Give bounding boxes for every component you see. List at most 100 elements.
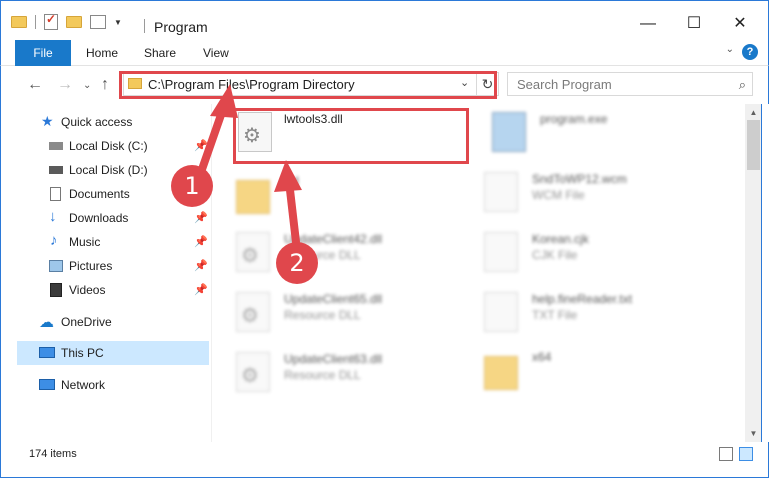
sidebar-item-label: Network <box>61 378 106 392</box>
details-view-icon[interactable] <box>719 447 733 461</box>
sidebar-item-label: Local Disk (C:) <box>69 139 148 153</box>
maximize-button[interactable]: ☐ <box>679 13 709 35</box>
drive-icon <box>49 166 63 174</box>
file-type: TXT File <box>532 308 578 322</box>
file-name: UpdateClient65.dll <box>284 292 383 306</box>
forward-arrow-icon[interactable]: → <box>57 76 73 94</box>
large-icons-view-icon[interactable] <box>739 447 753 461</box>
file-name: SndToWP12.wcm <box>532 172 627 186</box>
file-name: help.fineReader.txt <box>532 292 633 306</box>
navigation-pane: ★ Quick access Local Disk (C:) 📌 Local D… <box>0 104 212 442</box>
sidebar-item-videos[interactable]: Videos 📌 <box>1 278 211 302</box>
computer-icon <box>39 347 55 358</box>
file-name: Korean.cjk <box>532 232 589 246</box>
step-badge-2: 2 <box>276 242 318 284</box>
folder-icon <box>236 180 270 214</box>
search-input[interactable]: Search Program ⌕ <box>507 72 753 96</box>
search-icon[interactable]: ⌕ <box>739 77 746 93</box>
star-icon: ★ <box>41 113 54 129</box>
download-icon: ↓ <box>49 208 57 225</box>
music-icon: ♪ <box>50 232 58 249</box>
properties-check-icon[interactable] <box>44 12 58 30</box>
file-type: WCM File <box>532 188 585 202</box>
up-arrow-icon[interactable]: ↑ <box>101 76 109 94</box>
pin-icon[interactable]: 📌 <box>194 139 208 152</box>
customize-icon[interactable] <box>90 15 106 29</box>
close-button[interactable]: ✕ <box>725 13 755 35</box>
pictures-icon <box>49 260 63 272</box>
network-icon <box>39 379 55 390</box>
sidebar-item-pictures[interactable]: Pictures 📌 <box>1 254 211 278</box>
sidebar-item-network[interactable]: Network <box>1 373 211 397</box>
folder-icon <box>484 356 518 390</box>
pin-icon[interactable]: 📌 <box>194 259 208 272</box>
text-file-icon <box>484 292 518 332</box>
file-item-help-txt[interactable]: help.fineReader.txt TXT File <box>484 292 724 346</box>
file-name: Ed <box>284 174 299 188</box>
step-badge-1: 1 <box>171 165 213 207</box>
sidebar-item-quick-access[interactable]: ★ Quick access <box>1 110 211 134</box>
sidebar-item-this-pc[interactable]: This PC <box>17 341 209 365</box>
sidebar-item-music[interactable]: ♪ Music 📌 <box>1 230 211 254</box>
file-item-korean-cjk[interactable]: Korean.cjk CJK File <box>484 232 724 286</box>
scroll-thumb[interactable] <box>747 120 760 170</box>
sidebar-item-label: Downloads <box>69 211 129 225</box>
address-highlight-box <box>119 71 497 99</box>
sidebar-item-label: Pictures <box>69 259 113 273</box>
file-type: CJK File <box>532 248 578 262</box>
chevron-down-icon[interactable]: ▼ <box>114 18 122 27</box>
pin-icon[interactable]: 📌 <box>194 283 208 296</box>
sidebar-item-label: Music <box>69 235 101 249</box>
toolbar-divider <box>35 15 36 29</box>
title-divider <box>144 19 145 33</box>
file-item-updateclient42[interactable]: ⚙ UpdateClient42.dll Resource DLL <box>236 232 476 286</box>
drive-icon <box>49 142 63 150</box>
sidebar-item-onedrive[interactable]: ☁ OneDrive <box>1 310 211 334</box>
scroll-up-icon[interactable]: ▲ <box>745 104 762 121</box>
file-item-updateclient65[interactable]: ⚙ UpdateClient65.dll Resource DLL <box>236 292 476 346</box>
file-name: program.exe <box>540 112 608 126</box>
tab-share[interactable]: Share <box>144 40 176 66</box>
sidebar-item-label: OneDrive <box>61 315 112 329</box>
item-count: 174 items <box>29 448 77 460</box>
vertical-scrollbar[interactable]: ▲ ▼ <box>745 104 762 442</box>
status-bar: 174 items <box>0 442 769 478</box>
documents-icon <box>50 187 61 201</box>
exe-file-icon <box>492 112 526 152</box>
sidebar-item-downloads[interactable]: ↓ Downloads 📌 <box>1 206 211 230</box>
back-arrow-icon[interactable]: ← <box>27 76 43 94</box>
dll-file-icon: ⚙ <box>236 292 270 332</box>
dll-file-icon: ⚙ <box>236 352 270 392</box>
file-type: Resource DLL <box>284 368 361 382</box>
help-icon[interactable]: ? <box>742 44 758 60</box>
sidebar-item-local-disk-c[interactable]: Local Disk (C:) 📌 <box>1 134 211 158</box>
tab-file[interactable]: File <box>15 40 71 66</box>
scroll-down-icon[interactable]: ▼ <box>745 425 762 442</box>
ribbon-expand-icon[interactable]: ⌄ <box>726 44 734 55</box>
cloud-icon: ☁ <box>39 314 54 331</box>
sidebar-item-label: This PC <box>61 346 104 360</box>
tab-view[interactable]: View <box>203 40 229 66</box>
file-type: Resource DLL <box>284 308 361 322</box>
file-name: UpdateClient63.dll <box>284 352 383 366</box>
sidebar-item-label: Quick access <box>61 115 133 129</box>
file-item-program-exe[interactable]: program.exe <box>492 112 732 166</box>
new-folder-icon[interactable] <box>66 16 82 28</box>
document-icon <box>484 172 518 212</box>
file-item-updateclient63[interactable]: ⚙ UpdateClient63.dll Resource DLL <box>236 352 476 406</box>
file-item-x64[interactable]: x64 <box>484 350 724 404</box>
sidebar-item-label: Videos <box>69 283 106 297</box>
quick-access-toolbar: ▼ <box>11 11 122 33</box>
file-highlight-box <box>233 108 469 164</box>
pin-icon[interactable]: 📌 <box>194 235 208 248</box>
window-title: Program <box>154 19 208 35</box>
file-item-folder[interactable]: Ed <box>236 174 476 228</box>
document-icon <box>484 232 518 272</box>
pin-icon[interactable]: 📌 <box>194 211 208 224</box>
search-placeholder: Search Program <box>517 77 612 92</box>
file-item-sndtowp12[interactable]: SndToWP12.wcm WCM File <box>484 172 724 226</box>
sidebar-item-label: Local Disk (D:) <box>69 163 148 177</box>
tab-home[interactable]: Home <box>86 40 118 66</box>
recent-chevron-icon[interactable]: ⌄ <box>83 80 91 91</box>
minimize-button[interactable]: — <box>633 13 663 35</box>
